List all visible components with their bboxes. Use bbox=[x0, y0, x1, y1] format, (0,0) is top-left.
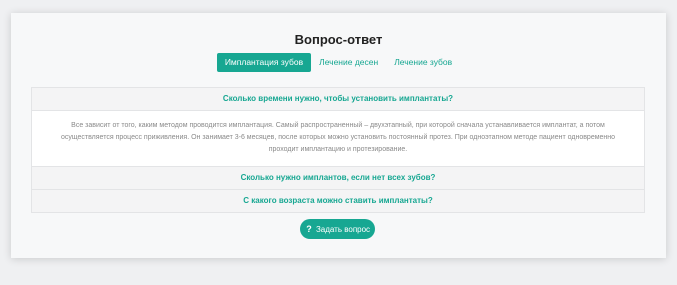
tab-implantation[interactable]: Имплантация зубов bbox=[216, 53, 312, 72]
question-icon: ? bbox=[306, 224, 312, 234]
tab-teeth-treatment[interactable]: Лечение зубов bbox=[386, 53, 460, 72]
faq-card: Вопрос-ответ Имплантация зубов Лечение д… bbox=[11, 13, 666, 258]
tab-gum-treatment[interactable]: Лечение десен bbox=[311, 53, 386, 72]
faq-answer-1: Все зависит от того, каким методом прово… bbox=[32, 110, 644, 166]
faq-accordion: Сколько времени нужно, чтобы установить … bbox=[31, 87, 645, 213]
faq-question-2[interactable]: Сколько нужно имплантов, если нет всех з… bbox=[32, 166, 644, 189]
faq-tabs: Имплантация зубов Лечение десен Лечение … bbox=[11, 53, 666, 72]
ask-question-button[interactable]: ? Задать вопрос bbox=[300, 219, 375, 239]
faq-question-3[interactable]: С какого возраста можно ставить импланта… bbox=[32, 189, 644, 212]
ask-question-label: Задать вопрос bbox=[315, 224, 371, 234]
page-title: Вопрос-ответ bbox=[294, 32, 383, 47]
faq-question-1[interactable]: Сколько времени нужно, чтобы установить … bbox=[32, 88, 644, 110]
